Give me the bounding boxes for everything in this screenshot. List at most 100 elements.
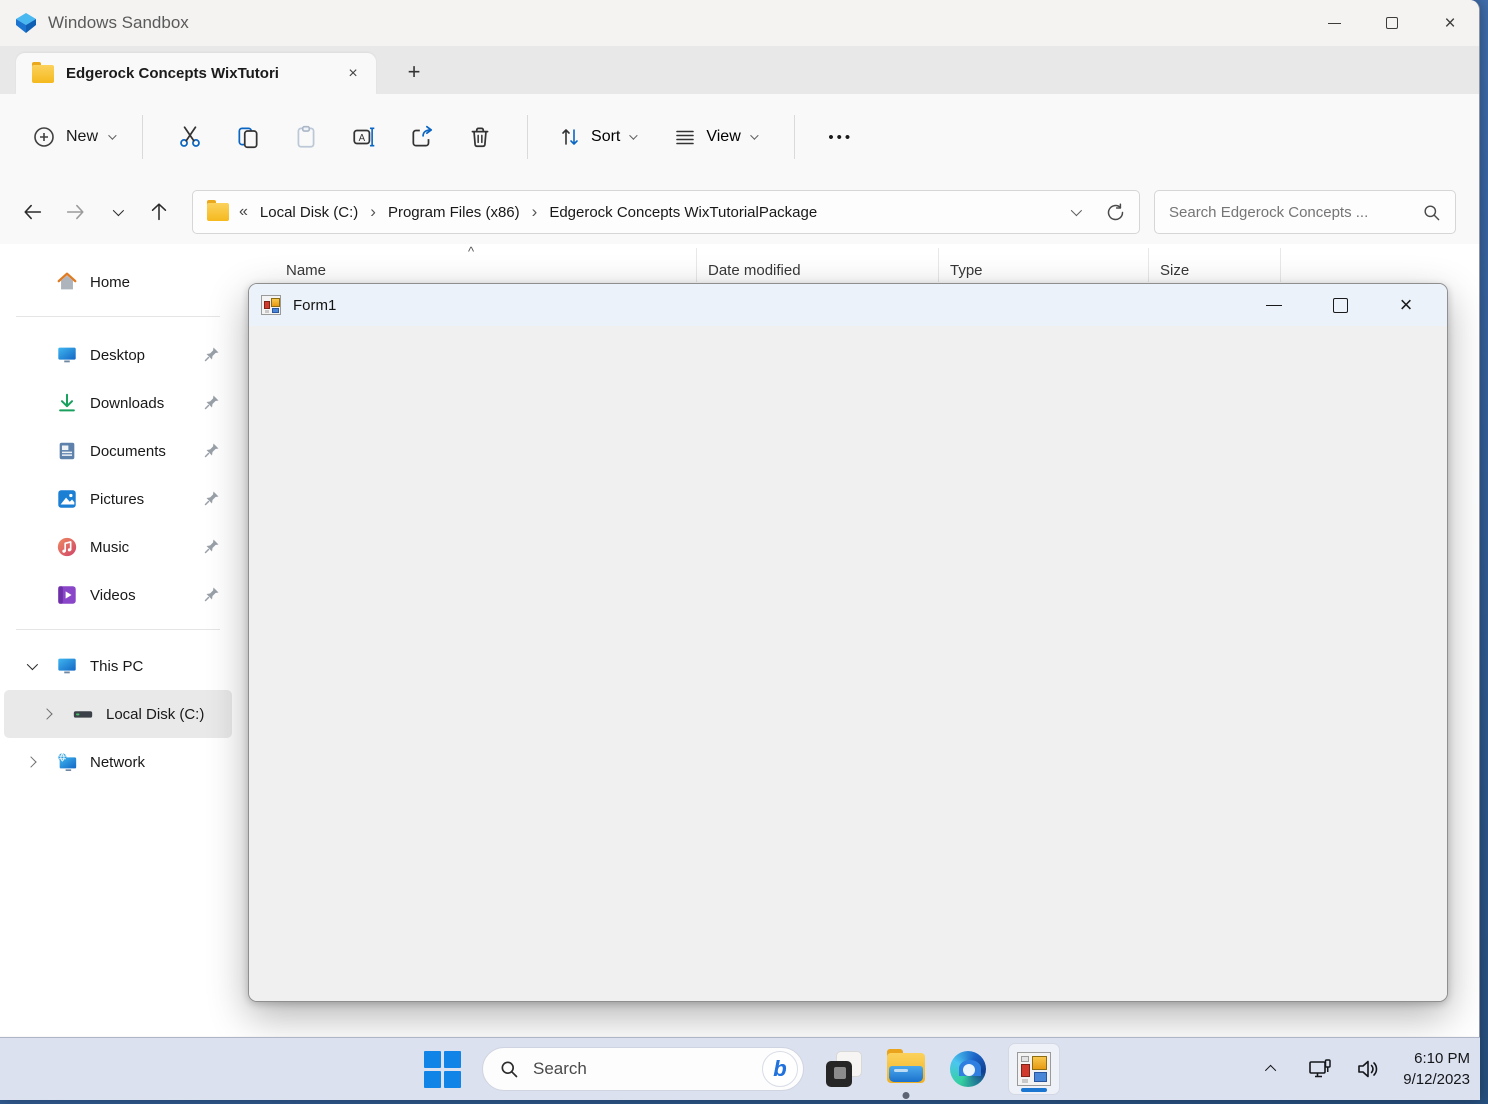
pin-icon: [204, 394, 220, 410]
column-header-date-modified[interactable]: Date modified: [708, 262, 801, 279]
sandbox-app-icon: [826, 1051, 862, 1087]
sidebar-label: Desktop: [90, 347, 145, 364]
chevron-down-icon: [750, 131, 758, 139]
form1-titlebar[interactable]: Form1 ×: [249, 284, 1447, 326]
drive-icon: [72, 703, 94, 725]
sidebar-item-this-pc[interactable]: This PC: [4, 642, 232, 690]
form1-maximize-button[interactable]: [1307, 284, 1373, 326]
new-button[interactable]: New: [22, 113, 124, 161]
up-button[interactable]: [138, 192, 180, 232]
chevron-collapsed-icon[interactable]: [40, 707, 54, 721]
sidebar-item-music[interactable]: Music: [4, 523, 232, 571]
pictures-icon: [56, 488, 78, 510]
downloads-icon: [56, 392, 78, 414]
sort-button[interactable]: Sort: [546, 113, 647, 161]
chevron-down-icon: [113, 205, 124, 216]
network-ethernet-icon: [1307, 1056, 1333, 1082]
tray-network-button[interactable]: [1303, 1049, 1337, 1089]
divider: [142, 115, 143, 159]
sidebar-item-videos[interactable]: Videos: [4, 571, 232, 619]
sidebar-item-home[interactable]: Home: [4, 258, 232, 306]
address-bar[interactable]: « Local Disk (C:) › Program Files (x86) …: [192, 190, 1140, 234]
music-icon: [56, 536, 78, 558]
sidebar-label: Videos: [90, 587, 136, 604]
back-button[interactable]: [12, 192, 54, 232]
new-tab-button[interactable]: +: [398, 58, 430, 86]
close-icon: ×: [1400, 294, 1413, 316]
folder-icon: [207, 203, 229, 221]
maximize-icon: [1333, 298, 1348, 313]
close-icon: ×: [1444, 14, 1455, 33]
sidebar-label: Documents: [90, 443, 166, 460]
explorer-tab[interactable]: Edgerock Concepts WixTutori ×: [16, 53, 376, 94]
share-icon: [409, 124, 435, 150]
copy-button[interactable]: [219, 113, 277, 161]
see-more-button[interactable]: •••: [817, 113, 865, 161]
sidebar-label: Pictures: [90, 491, 144, 508]
explorer-addressrow: « Local Disk (C:) › Program Files (x86) …: [0, 180, 1479, 244]
sandbox-close-button[interactable]: ×: [1421, 2, 1479, 44]
breadcrumb-overflow[interactable]: «: [239, 203, 248, 221]
paste-button[interactable]: [277, 113, 335, 161]
sidebar-item-pictures[interactable]: Pictures: [4, 475, 232, 523]
taskbar-search[interactable]: Search b: [482, 1047, 804, 1091]
form1-close-button[interactable]: ×: [1373, 284, 1439, 326]
refresh-icon: [1105, 202, 1126, 223]
taskbar-search-label: Search: [533, 1059, 587, 1079]
explorer-tab-title: Edgerock Concepts WixTutori: [66, 65, 279, 82]
explorer-tabbar: Edgerock Concepts WixTutori × + ×: [0, 46, 1479, 94]
sidebar-item-downloads[interactable]: Downloads: [4, 379, 232, 427]
taskbar-item-edge[interactable]: [946, 1047, 990, 1091]
tray-volume-button[interactable]: [1351, 1049, 1385, 1089]
column-header-name[interactable]: Name: [286, 262, 326, 279]
taskbar-item-file-explorer[interactable]: [884, 1047, 928, 1091]
column-header-type[interactable]: Type: [950, 262, 983, 279]
start-button[interactable]: [420, 1047, 464, 1091]
windows-sandbox-window: Windows Sandbox × Edgerock Concepts WixT…: [0, 0, 1480, 1100]
tray-show-hidden-icons-button[interactable]: [1255, 1049, 1289, 1089]
sidebar-item-desktop[interactable]: Desktop: [4, 331, 232, 379]
bing-chat-icon[interactable]: b: [762, 1051, 798, 1087]
forward-button[interactable]: [54, 192, 96, 232]
active-indicator: [1021, 1088, 1047, 1092]
breadcrumb-current-folder[interactable]: Edgerock Concepts WixTutorialPackage: [545, 204, 821, 221]
form1-window: Form1 ×: [248, 283, 1448, 1002]
chevron-collapsed-icon[interactable]: [24, 755, 38, 769]
explorer-commandbar: New: [0, 94, 1479, 180]
view-button[interactable]: View: [661, 113, 767, 161]
recent-locations-button[interactable]: [96, 192, 138, 232]
sort-ascending-icon: ^: [468, 244, 474, 259]
form1-minimize-button[interactable]: [1241, 284, 1307, 326]
breadcrumb-local-disk[interactable]: Local Disk (C:): [256, 204, 362, 221]
address-dropdown-button[interactable]: [1057, 192, 1093, 232]
sandbox-maximize-button[interactable]: [1363, 2, 1421, 44]
search-input[interactable]: [1169, 204, 1422, 221]
taskbar-item-windows-sandbox[interactable]: [822, 1047, 866, 1091]
explorer-search[interactable]: [1154, 190, 1456, 234]
taskbar-item-form1-app[interactable]: [1008, 1043, 1060, 1095]
chevron-expanded-icon[interactable]: [24, 659, 38, 673]
home-icon: [56, 271, 78, 293]
tab-close-button[interactable]: ×: [340, 61, 366, 87]
column-divider[interactable]: [696, 248, 697, 282]
plus-circle-icon: [32, 125, 56, 149]
sandbox-titlebar: Windows Sandbox ×: [0, 0, 1479, 46]
breadcrumb-program-files[interactable]: Program Files (x86): [384, 204, 524, 221]
speaker-icon: [1355, 1056, 1381, 1082]
cut-button[interactable]: [161, 113, 219, 161]
sidebar-item-documents[interactable]: Documents: [4, 427, 232, 475]
rename-icon: A: [351, 124, 377, 150]
delete-button[interactable]: [451, 113, 509, 161]
column-divider[interactable]: [938, 248, 939, 282]
maximize-icon: [1386, 17, 1398, 29]
rename-button[interactable]: A: [335, 113, 393, 161]
sidebar-item-local-disk[interactable]: Local Disk (C:): [4, 690, 232, 738]
sidebar-item-network[interactable]: Network: [4, 738, 232, 786]
column-divider[interactable]: [1280, 248, 1281, 282]
refresh-button[interactable]: [1097, 192, 1133, 232]
sandbox-minimize-button[interactable]: [1305, 2, 1363, 44]
share-button[interactable]: [393, 113, 451, 161]
column-header-size[interactable]: Size: [1160, 262, 1189, 279]
taskbar-clock[interactable]: 6:10 PM 9/12/2023: [1403, 1048, 1470, 1090]
column-divider[interactable]: [1148, 248, 1149, 282]
